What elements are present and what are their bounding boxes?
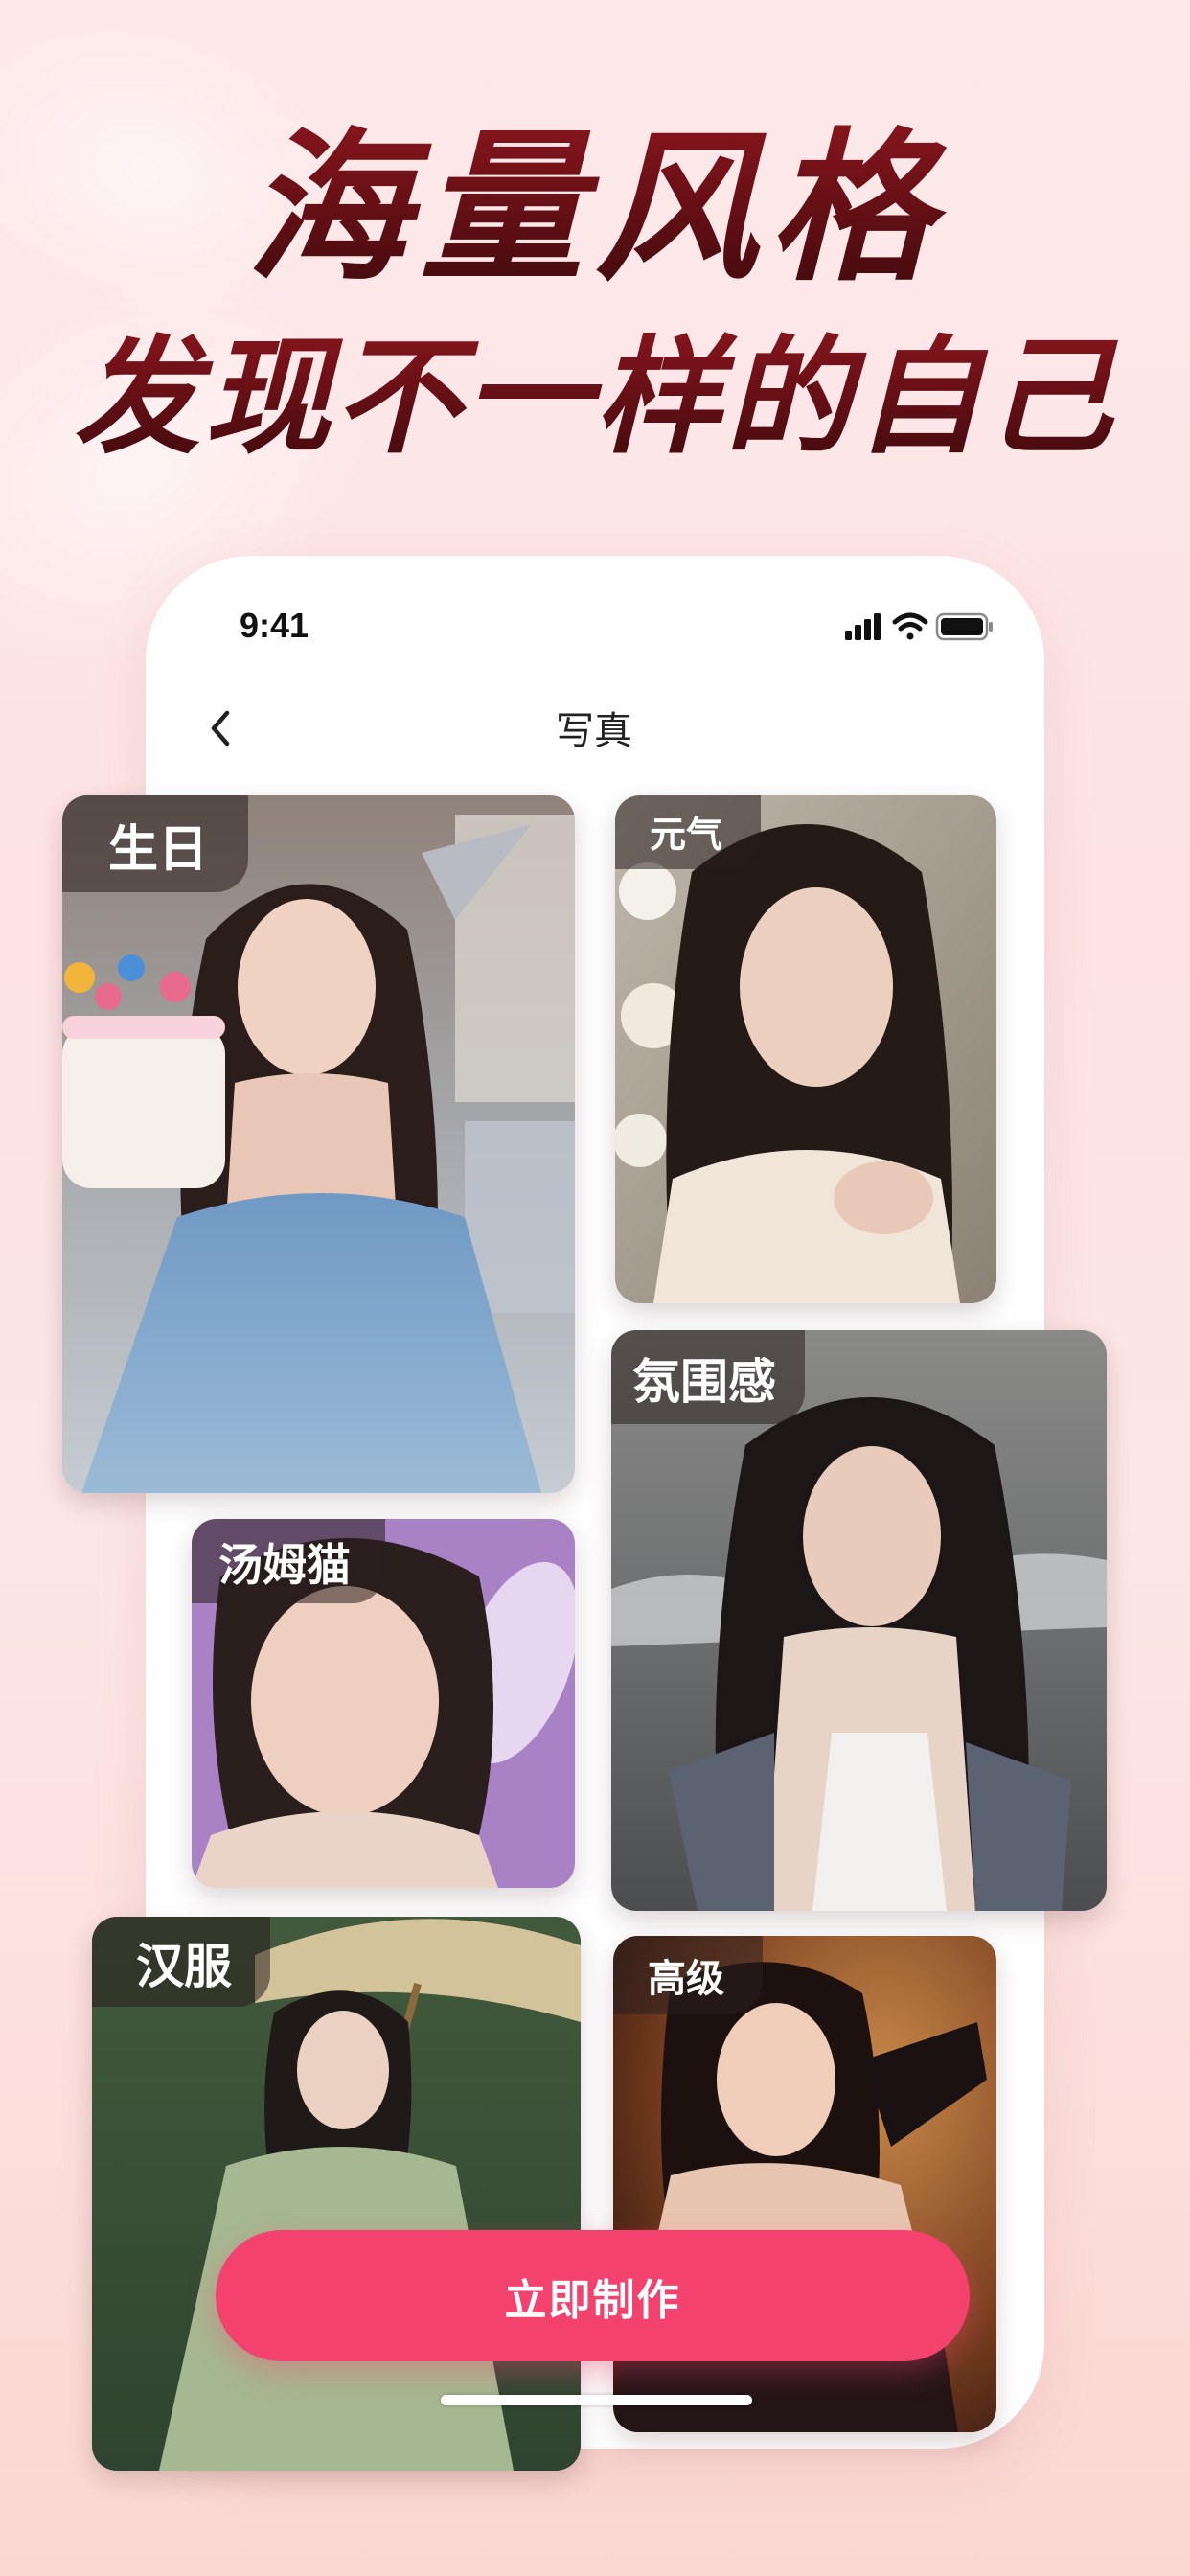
style-card-fenwei[interactable]: 氛围感 [611,1330,1107,1911]
chevron-left-icon [211,710,230,747]
back-button[interactable] [192,700,249,757]
wifi-icon [892,612,928,640]
page-title: 写真 [556,709,632,753]
style-card-hanfu[interactable]: 汉服 [92,1917,581,2471]
style-label: 高级 [613,1936,763,2014]
signal-icon [845,613,881,640]
style-card-yuanqi[interactable]: 元气 [615,795,996,1303]
style-card-tangmumao[interactable]: 汤姆猫 [192,1519,575,1888]
style-image [62,795,575,1493]
home-indicator [441,2395,752,2405]
style-label: 元气 [615,795,762,869]
battery-icon [935,612,993,641]
style-label: 汉服 [92,1917,270,2007]
headline-title: 海量风格 [0,113,1190,305]
style-card-birthday[interactable]: 生日 [62,795,575,1493]
style-image [615,795,996,1303]
headline-subtitle: 发现不一样的自己 [0,321,1190,474]
status-icons [843,610,996,642]
status-time: 9:41 [240,606,309,645]
style-label: 汤姆猫 [192,1519,385,1603]
style-label: 生日 [62,795,249,892]
create-now-button[interactable]: 立即制作 [216,2230,970,2361]
style-label: 氛围感 [611,1330,805,1424]
